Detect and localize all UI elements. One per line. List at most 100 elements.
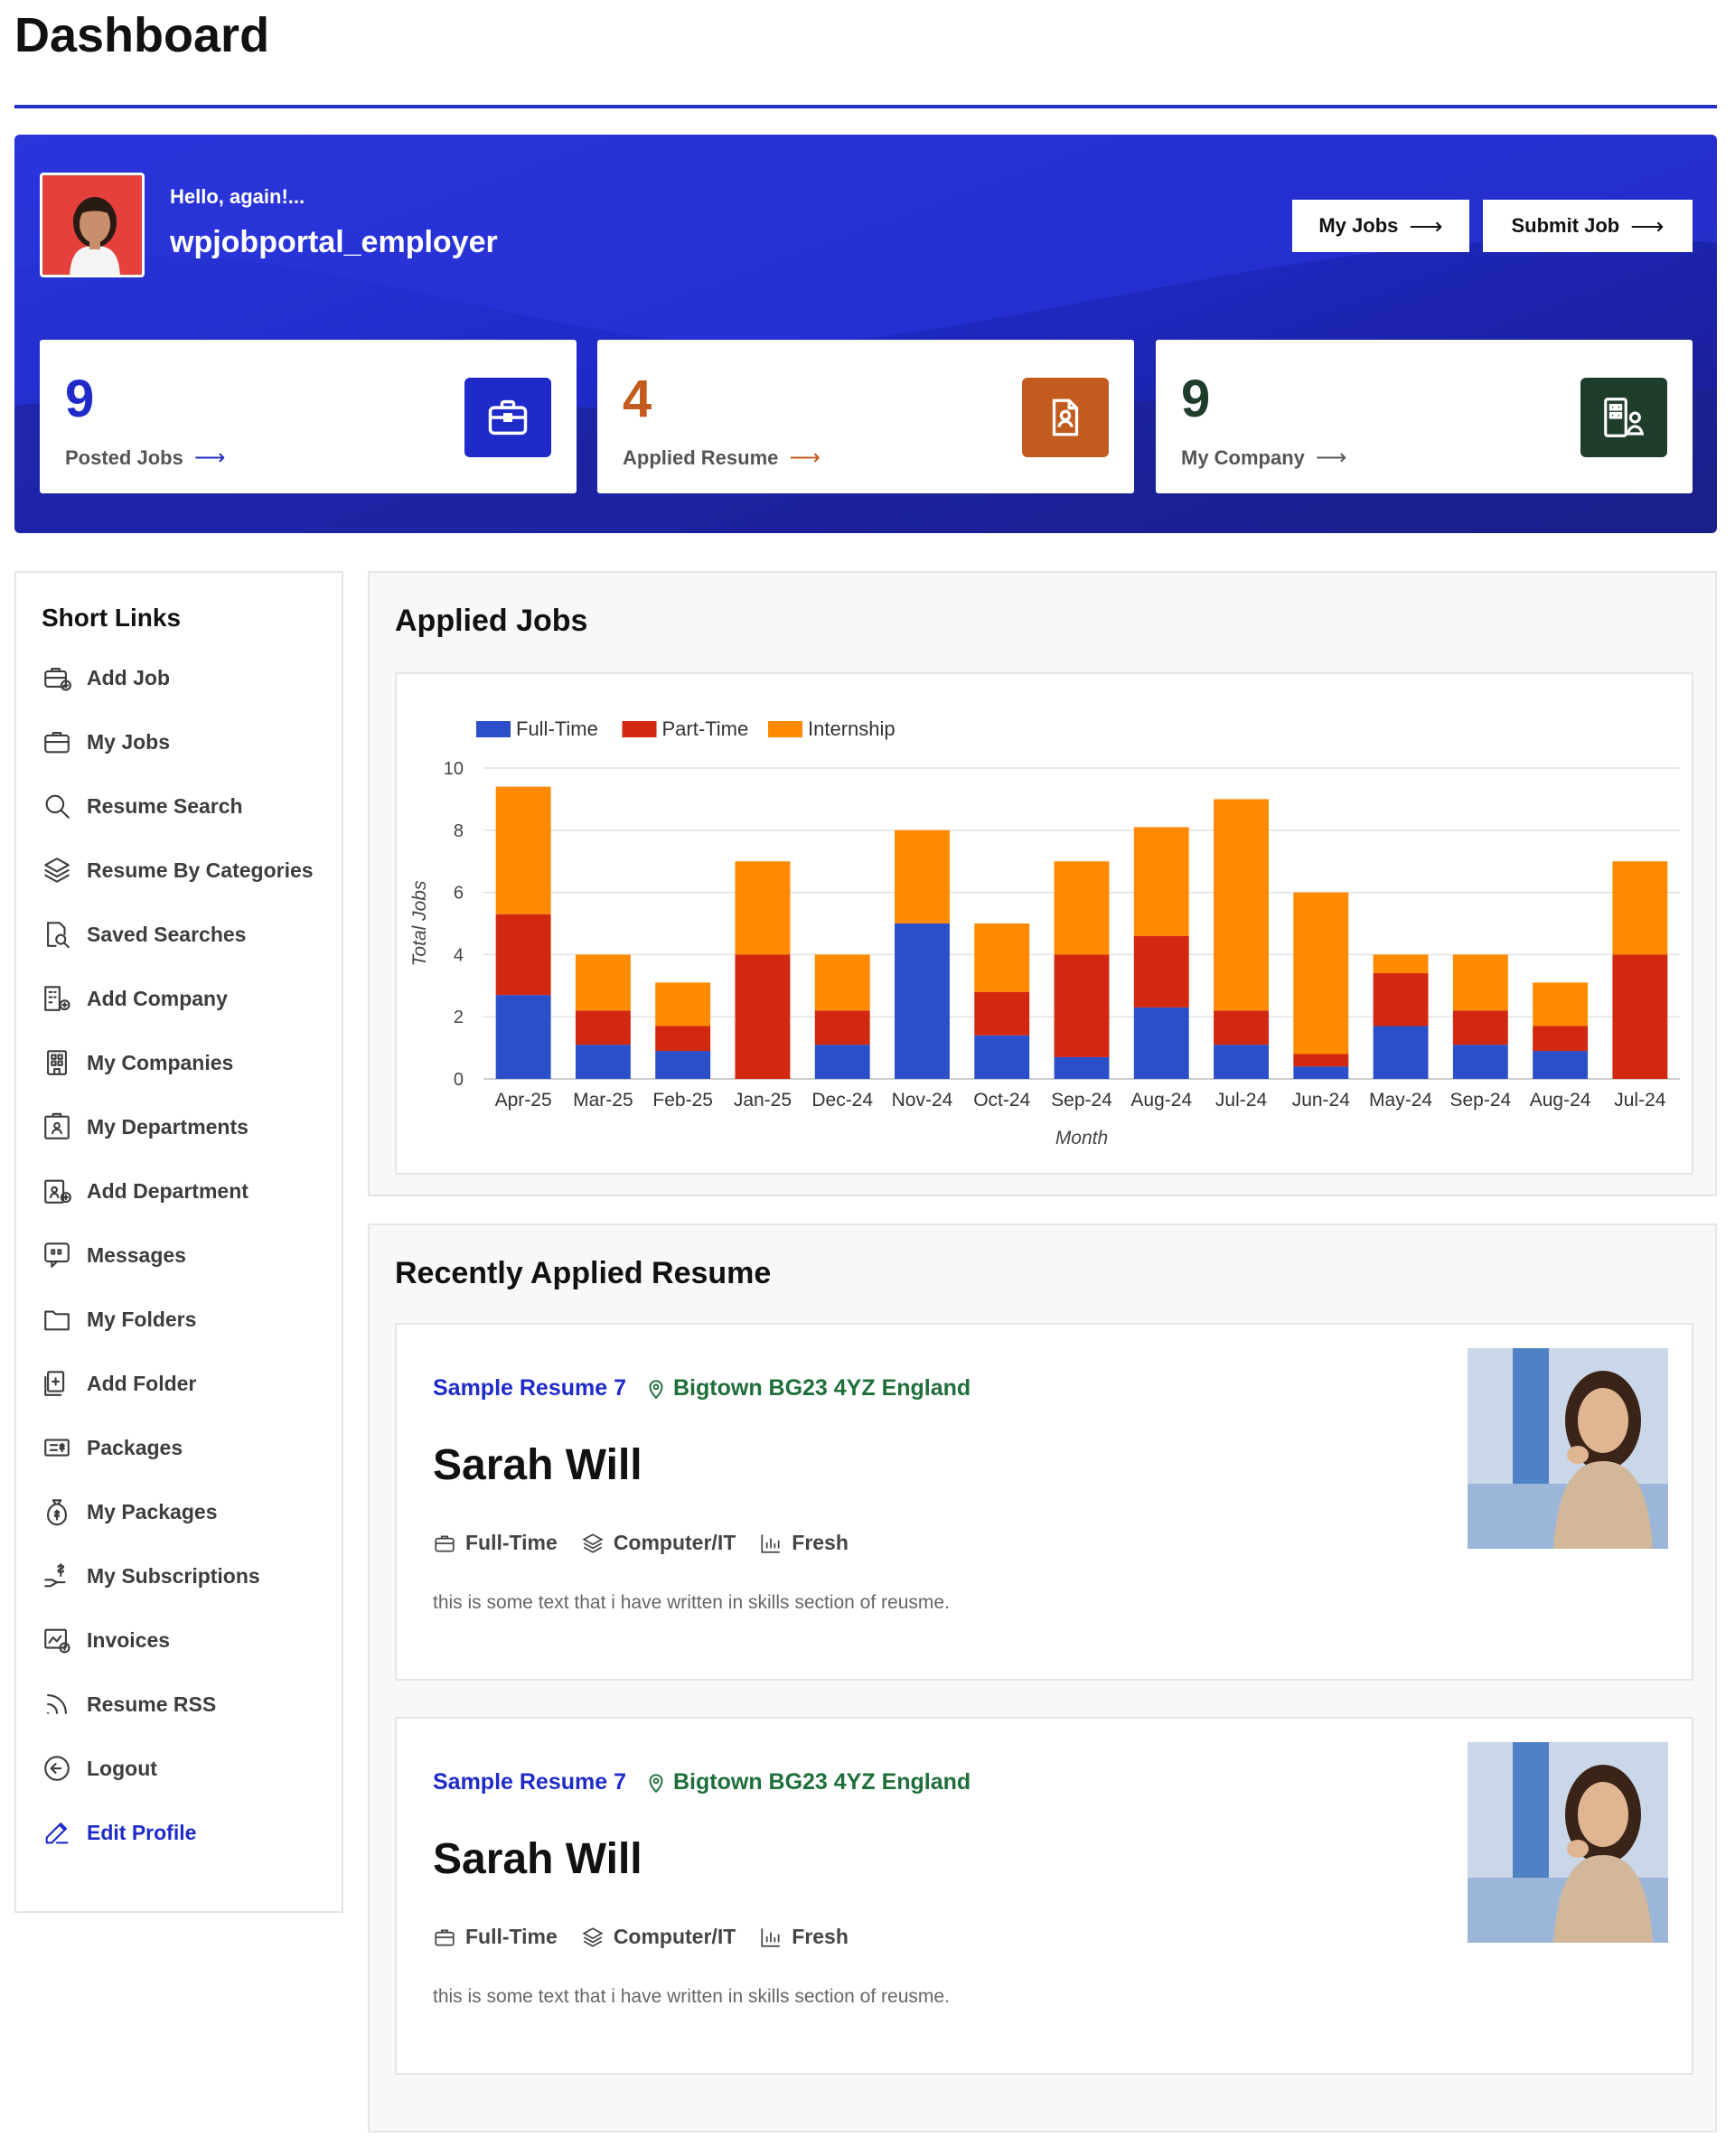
sidebar-item-my-companies[interactable]: My Companies: [42, 1045, 233, 1081]
sidebar-item-label: Resume Search: [87, 793, 243, 818]
bar-part-time: [1373, 973, 1429, 1026]
sidebar-item-logout[interactable]: Logout: [42, 1750, 157, 1786]
bar-internship: [1214, 799, 1269, 1011]
sidebar-item-messages[interactable]: Messages: [42, 1237, 186, 1273]
sidebar-item-packages[interactable]: Packages: [42, 1430, 183, 1466]
sidebar-item-my-subscriptions[interactable]: My Subscriptions: [42, 1558, 260, 1594]
sidebar-item-label: My Subscriptions: [87, 1563, 260, 1588]
sidebar-item-edit-profile[interactable]: Edit Profile: [42, 1814, 196, 1851]
x-tick-label: Aug-24: [1130, 1090, 1192, 1111]
stat-link[interactable]: Applied Resume ⟶: [623, 445, 821, 471]
folder-icon: [44, 1310, 70, 1331]
bar-part-time: [575, 1010, 631, 1045]
sidebar-item-resume-by-categories[interactable]: Resume By Categories: [42, 852, 314, 888]
resume-name: Sarah Will: [433, 1441, 642, 1489]
resume-photo[interactable]: [1468, 1742, 1668, 1943]
sidebar-item-add-department[interactable]: Add Department: [42, 1173, 249, 1209]
resume-location-text: Bigtown BG23 4YZ England: [673, 1375, 971, 1401]
sidebar-item-add-job[interactable]: Add Job: [42, 660, 170, 696]
bar-full-time: [655, 1051, 711, 1079]
sidebar-item-saved-searches[interactable]: Saved Searches: [42, 916, 246, 952]
avatar[interactable]: [40, 173, 145, 277]
bar-part-time: [1612, 954, 1668, 1079]
sidebar-item-label: Add Folder: [87, 1371, 197, 1395]
money-bag-icon: [47, 1499, 67, 1526]
sidebar-item-my-packages[interactable]: My Packages: [42, 1494, 217, 1530]
legend-label: Part-Time: [662, 717, 749, 740]
bar-full-time: [1054, 1056, 1110, 1079]
submit-job-button[interactable]: Submit Job ⟶: [1483, 200, 1693, 252]
bar-part-time: [1293, 1054, 1349, 1067]
legend-label: Full-Time: [516, 717, 598, 740]
sidebar-item-add-company[interactable]: Add Company: [42, 980, 228, 1017]
arrow-right-icon: ⟶: [1630, 211, 1665, 239]
sidebar-item-my-folders[interactable]: My Folders: [42, 1301, 196, 1337]
bar-part-time: [655, 1026, 711, 1052]
sidebar-item-label: My Departments: [87, 1114, 249, 1139]
sidebar-item-add-folder[interactable]: Add Folder: [42, 1365, 196, 1401]
bar-chart-icon: [761, 1533, 781, 1553]
x-tick-label: Mar-25: [573, 1090, 633, 1111]
dashboard-banner: Hello, again!... wpjobportal_employer My…: [14, 135, 1717, 533]
sidebar-item-my-jobs[interactable]: My Jobs: [42, 724, 170, 760]
location-pin-icon: [649, 1773, 663, 1793]
sidebar-item-label: Resume By Categories: [87, 858, 314, 882]
sidebar-item-resume-search[interactable]: Resume Search: [42, 788, 243, 824]
sidebar-item-my-departments[interactable]: My Departments: [42, 1109, 249, 1145]
stat-link[interactable]: My Company ⟶: [1181, 445, 1346, 471]
sidebar-item-label: Saved Searches: [87, 922, 247, 946]
resume-title-link[interactable]: Sample Resume 7: [433, 1375, 626, 1401]
bar-full-time: [575, 1045, 631, 1079]
stat-card-my-company[interactable]: 9 My Company ⟶: [1156, 340, 1693, 493]
legend-label: Internship: [808, 717, 896, 740]
x-tick-label: Nov-24: [892, 1090, 953, 1111]
recent-resume-title: Recently Applied Resume: [395, 1256, 772, 1290]
bar-internship: [1533, 982, 1589, 1026]
bar-chart-icon: [761, 1927, 781, 1947]
sidebar-item-invoices[interactable]: Invoices: [42, 1622, 170, 1658]
resume-skills-text: this is some text that i have written in…: [433, 1592, 950, 1613]
bar-full-time: [814, 1045, 870, 1079]
x-tick-label: Jan-25: [734, 1090, 792, 1111]
bar-full-time: [495, 995, 551, 1079]
layers-icon: [582, 1533, 604, 1553]
bar-full-time: [1452, 1045, 1508, 1079]
bar-part-time: [1054, 954, 1110, 1057]
stat-card-applied-resume[interactable]: 4 Applied Resume ⟶: [597, 340, 1134, 493]
my-jobs-button-label: My Jobs: [1318, 214, 1399, 237]
resume-card[interactable]: Sample Resume 7 Bigtown BG23 4YZ England…: [395, 1717, 1693, 2075]
briefcase-icon: [44, 732, 70, 754]
legend-swatch: [476, 721, 511, 737]
x-tick-label: Jul-24: [1215, 1090, 1268, 1111]
greeting-text: Hello, again!...: [170, 185, 305, 208]
x-tick-label: Sep-24: [1051, 1090, 1112, 1111]
bar-internship: [495, 786, 551, 914]
resume-skills-text: this is some text that i have written in…: [433, 1986, 950, 2007]
bar-part-time: [1133, 935, 1189, 1008]
stat-label: Applied Resume: [623, 445, 779, 469]
y-tick-label: 0: [454, 1070, 464, 1090]
bar-full-time: [1373, 1026, 1429, 1079]
sidebar-item-resume-rss[interactable]: Resume RSS: [42, 1686, 216, 1722]
title-divider: [14, 105, 1717, 108]
x-axis-label: Month: [1055, 1128, 1108, 1148]
bar-part-time: [814, 1010, 870, 1045]
resume-tags: Full-Time Computer/IT Fresh: [433, 1531, 849, 1555]
briefcase-icon: [435, 1535, 455, 1552]
resume-header: Sample Resume 7 Bigtown BG23 4YZ England: [433, 1769, 971, 1795]
resume-icon: [1022, 378, 1109, 457]
resume-card[interactable]: Sample Resume 7 Bigtown BG23 4YZ England…: [395, 1323, 1693, 1681]
resume-location: Bigtown BG23 4YZ England: [644, 1769, 971, 1795]
stat-link[interactable]: Posted Jobs ⟶: [65, 445, 225, 471]
bar-part-time: [1533, 1026, 1589, 1052]
resume-name: Sarah Will: [433, 1835, 642, 1883]
bar-internship: [1452, 954, 1508, 1011]
resume-photo[interactable]: [1468, 1348, 1668, 1549]
resume-header: Sample Resume 7 Bigtown BG23 4YZ England: [433, 1375, 971, 1401]
resume-title-link[interactable]: Sample Resume 7: [433, 1769, 626, 1795]
sidebar-item-label: Packages: [87, 1435, 183, 1459]
page-title: Dashboard: [14, 8, 270, 62]
stat-card-posted-jobs[interactable]: 9 Posted Jobs ⟶: [40, 340, 577, 493]
my-jobs-button[interactable]: My Jobs ⟶: [1292, 200, 1469, 252]
x-tick-label: Sep-24: [1449, 1090, 1511, 1111]
